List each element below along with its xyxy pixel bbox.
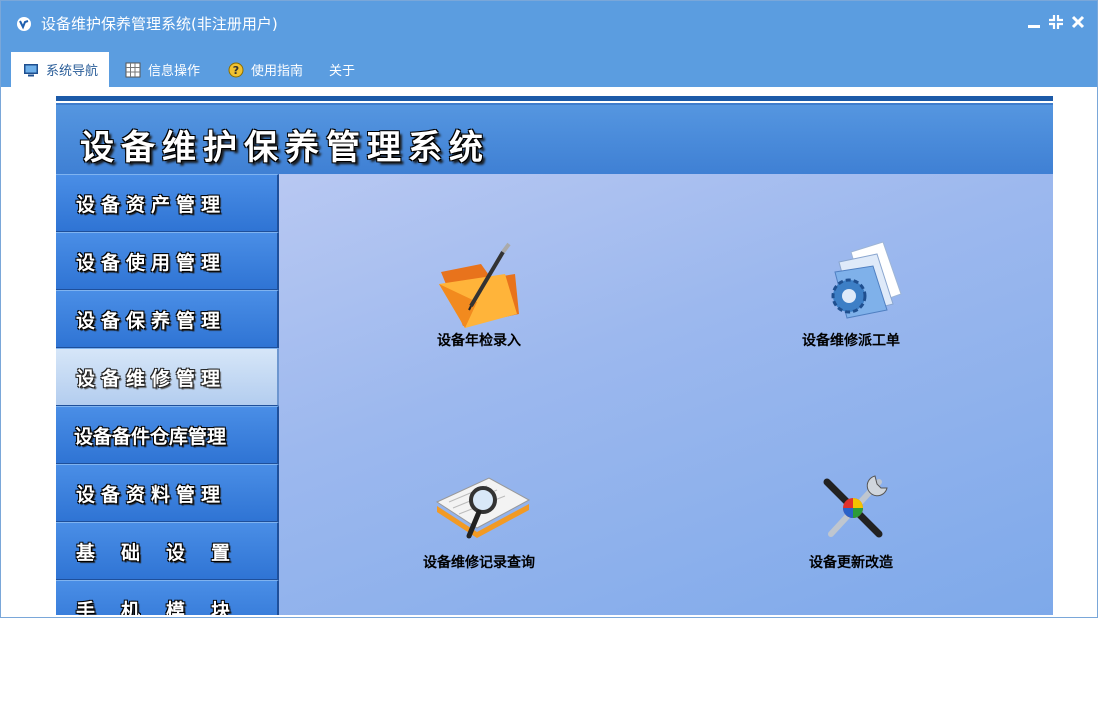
sidebar: 设备资产管理 设备使用管理 设备保养管理 设备维修管理 设备备件仓库管理 设备资… — [56, 174, 279, 615]
tab-info-operation[interactable]: 信息操作 — [125, 52, 200, 87]
tab-about[interactable]: 关于 — [329, 52, 355, 87]
navigation-panel: 设备维护保养管理系统 设备资产管理 设备使用管理 设备保养管理 设备维修管理 设… — [56, 96, 1053, 615]
sidebar-item-label: 手机模块 — [76, 600, 257, 615]
tab-user-guide[interactable]: ? 使用指南 — [228, 52, 303, 87]
function-equipment-upgrade[interactable]: 设备更新改造 — [751, 454, 951, 615]
sidebar-item-label: 设备维修管理 — [76, 368, 227, 390]
sidebar-item-repair-management[interactable]: 设备维修管理 — [56, 348, 279, 406]
function-label: 设备更新改造 — [809, 555, 893, 571]
tab-label: 系统导航 — [46, 64, 99, 79]
function-label: 设备年检录入 — [437, 333, 521, 349]
function-repair-dispatch-order[interactable]: 设备维修派工单 — [751, 232, 951, 412]
sidebar-item-asset-management[interactable]: 设备资产管理 — [56, 174, 279, 232]
function-label: 设备维修派工单 — [802, 333, 900, 349]
svg-text:?: ? — [233, 64, 239, 77]
sidebar-item-mobile-module[interactable]: 手机模块 — [56, 580, 279, 615]
panel-top-border — [56, 96, 1053, 105]
close-icon[interactable] — [1069, 13, 1087, 31]
sidebar-item-label: 设备资料管理 — [76, 484, 227, 506]
minimize-icon[interactable] — [1025, 13, 1043, 31]
function-area: 设备年检录入 设备维修派工单 设备维修记录查询 设备更新改造 — [279, 174, 1053, 615]
sidebar-item-basic-settings[interactable]: 基础设置 — [56, 522, 279, 580]
sidebar-item-maintenance-management[interactable]: 设备保养管理 — [56, 290, 279, 348]
monitor-icon — [24, 63, 38, 76]
function-label: 设备维修记录查询 — [423, 555, 535, 571]
sidebar-item-label: 设备备件仓库管理 — [74, 426, 227, 448]
sidebar-item-documents-management[interactable]: 设备资料管理 — [56, 464, 279, 522]
tab-label: 使用指南 — [251, 64, 304, 79]
function-annual-inspection-entry[interactable]: 设备年检录入 — [379, 232, 579, 412]
sidebar-item-spare-parts-warehouse[interactable]: 设备备件仓库管理 — [56, 406, 279, 464]
tab-label: 关于 — [329, 64, 356, 79]
help-icon: ? — [228, 62, 244, 77]
tab-bar: 系统导航 信息操作 ? 使用指南 关于 — [1, 47, 1097, 87]
restore-icon[interactable] — [1047, 13, 1065, 31]
banner-title: 设备维护保养管理系统 — [80, 128, 490, 168]
sidebar-item-usage-management[interactable]: 设备使用管理 — [56, 232, 279, 290]
banner: 设备维护保养管理系统 — [56, 105, 1053, 174]
grid-icon — [125, 62, 141, 77]
tab-system-navigation[interactable]: 系统导航 — [11, 52, 109, 87]
app-window: 设备维护保养管理系统(非注册用户) 系统导航 信息操作 ? 使用指南 关于 设备… — [0, 0, 1098, 618]
sidebar-item-label: 设备使用管理 — [76, 252, 227, 274]
app-logo-icon — [17, 17, 31, 31]
function-repair-records-query[interactable]: 设备维修记录查询 — [379, 454, 579, 615]
tab-label: 信息操作 — [148, 64, 201, 79]
sidebar-item-label: 基础设置 — [76, 542, 257, 564]
window-title: 设备维护保养管理系统(非注册用户) — [41, 15, 278, 33]
content-area: 设备维护保养管理系统 设备资产管理 设备使用管理 设备保养管理 设备维修管理 设… — [1, 87, 1097, 617]
sidebar-item-label: 设备资产管理 — [76, 194, 227, 216]
title-bar[interactable]: 设备维护保养管理系统(非注册用户) — [1, 1, 1097, 47]
sidebar-item-label: 设备保养管理 — [76, 310, 227, 332]
